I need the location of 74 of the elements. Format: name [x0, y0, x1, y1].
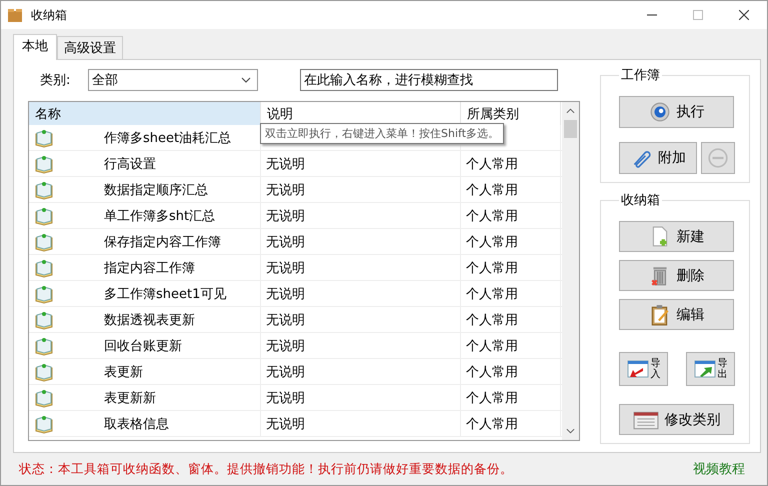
table-cell-text: 表更新新 — [104, 390, 156, 406]
scroll-down-icon[interactable] — [566, 428, 575, 434]
notebook-icon — [34, 180, 54, 200]
table-cell-text: 个人常用 — [466, 390, 518, 406]
notebook-icon — [34, 232, 54, 252]
box-icon — [7, 7, 23, 23]
notebook-icon — [34, 206, 54, 226]
scroll-thumb[interactable] — [564, 120, 577, 138]
table-cell-text: 个人常用 — [466, 286, 518, 302]
table-cell-text: 无说明 — [266, 260, 305, 276]
scroll-up-icon[interactable] — [566, 108, 575, 114]
new-button[interactable]: 新建 — [619, 221, 734, 252]
notebook-icon — [34, 128, 54, 148]
group-title: 收纳箱 — [620, 192, 661, 209]
table-cell-text: 多工作簿sheet1可见 — [104, 286, 226, 302]
scrollbar[interactable] — [562, 102, 579, 440]
status-text: 状态：本工具箱可收纳函数、窗体。提供撤销功能！执行前仍请做好重要数据的备份。 — [19, 460, 513, 478]
notebook-icon — [34, 336, 54, 356]
minus-icon — [707, 147, 729, 169]
table-cell-text: 无说明 — [266, 234, 305, 250]
tab[interactable]: 本地 — [13, 34, 57, 60]
table-cell-text: 个人常用 — [466, 208, 518, 224]
chevron-icon — [241, 77, 251, 83]
category-dropdown[interactable]: 全部 — [88, 69, 258, 91]
table-cell-text: 回收台账更新 — [104, 338, 182, 354]
table-cell-text: 无说明 — [266, 338, 305, 354]
table-cell-text: 行高设置 — [104, 156, 156, 172]
tab[interactable]: 高级设置 — [57, 36, 123, 59]
import-button[interactable]: 导入 — [619, 352, 668, 386]
table-cell-text: 作簿多sheet油耗汇总 — [104, 130, 232, 146]
notebook-icon — [34, 310, 54, 330]
notebook-icon — [34, 362, 54, 382]
table-cell-text: 单工作簿多sht汇总 — [104, 208, 216, 224]
column-header[interactable]: 名称 — [29, 102, 261, 125]
table-cell-text: 个人常用 — [466, 260, 518, 276]
export-button[interactable]: 导出 — [686, 352, 735, 386]
table-cell-text: 个人常用 — [466, 364, 518, 380]
table-cell-text: 个人常用 — [466, 312, 518, 328]
close-icon[interactable] — [739, 10, 749, 20]
table-cell-text: 个人常用 — [466, 416, 518, 432]
table-cell-text: 个人常用 — [466, 338, 518, 354]
table-cell-text: 个人常用 — [466, 234, 518, 250]
table-cell-text: 无说明 — [266, 416, 305, 432]
video-tutorial-link[interactable]: 视频教程 — [693, 460, 745, 478]
edit-button[interactable]: 编辑 — [619, 299, 734, 330]
table-cell-text: 无说明 — [266, 390, 305, 406]
table-cell-text: 无说明 — [266, 208, 305, 224]
table-cell-text: 保存指定内容工作簿 — [104, 234, 221, 250]
table-cell-text: 无说明 — [266, 312, 305, 328]
notebook-icon — [34, 258, 54, 278]
category-label: 类别: — [40, 72, 68, 89]
table-cell-text: 个人常用 — [466, 156, 518, 172]
run-button[interactable]: 执行 — [619, 96, 734, 128]
table-cell-text: 数据透视表更新 — [104, 312, 195, 328]
change-category-button[interactable]: 修改类别 — [619, 404, 734, 435]
notebook-icon — [34, 154, 54, 174]
notebook-icon — [34, 388, 54, 408]
table-cell-text: 指定内容工作簿 — [104, 260, 195, 276]
group-title: 工作簿 — [620, 67, 661, 84]
table-cell-text: 无说明 — [266, 364, 305, 380]
table-cell-text: 表更新 — [104, 364, 143, 380]
search-field[interactable]: 在此输入名称，进行模糊查找 — [300, 69, 558, 91]
table-cell-text: 个人常用 — [466, 182, 518, 198]
table-cell-text: 无说明 — [266, 156, 305, 172]
notebook-icon — [34, 284, 54, 304]
delete-button[interactable]: 删除 — [619, 260, 734, 291]
window-title: 收纳箱 — [31, 6, 67, 24]
table-cell-text: 取表格信息 — [104, 416, 169, 432]
tooltip: 双击立即执行，右键进入菜单！按住Shift多选。 — [260, 123, 504, 144]
notebook-icon — [34, 414, 54, 434]
table-cell-text: 无说明 — [266, 286, 305, 302]
table-cell-text: 无说明 — [266, 182, 305, 198]
table-cell-text: 数据指定顺序汇总 — [104, 182, 208, 198]
attach-button[interactable]: 附加 — [619, 142, 697, 174]
